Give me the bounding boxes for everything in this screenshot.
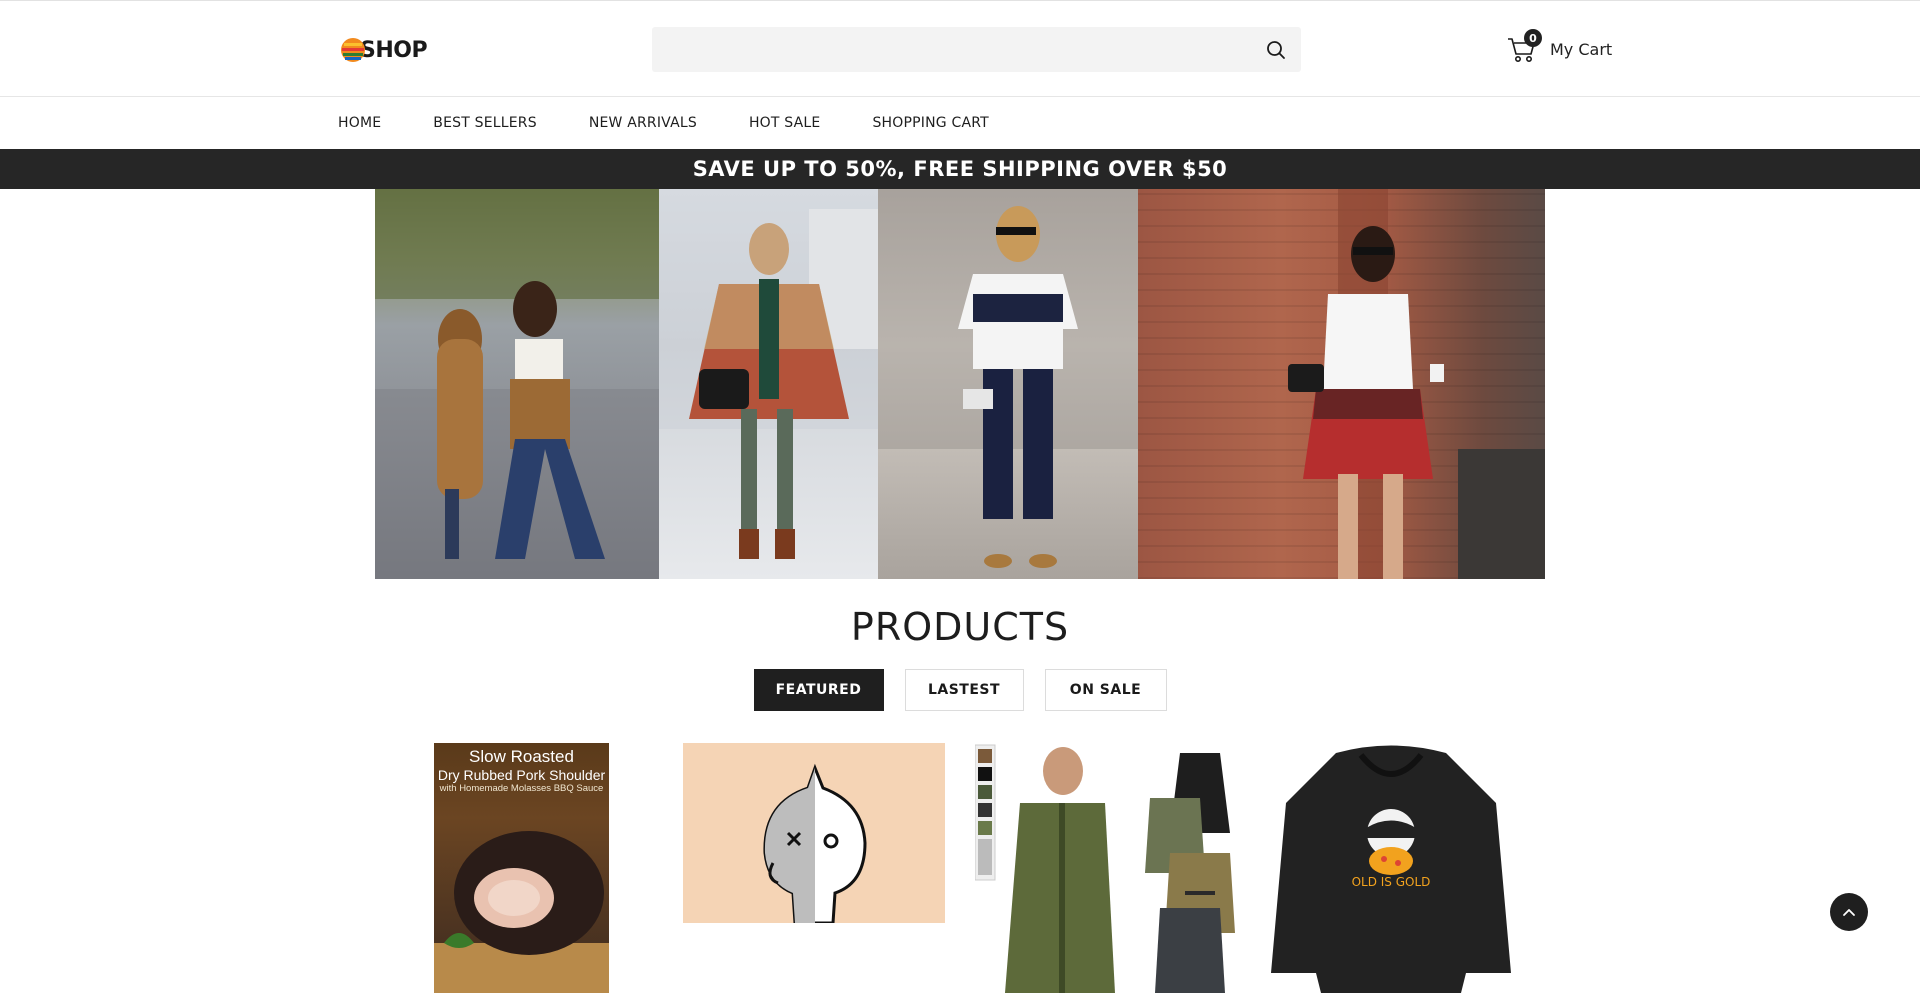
cart-icon: 0 bbox=[1506, 29, 1542, 65]
scroll-to-top-button[interactable] bbox=[1830, 893, 1868, 931]
hero-banner[interactable] bbox=[375, 189, 1545, 579]
logo[interactable]: SHOP bbox=[340, 33, 428, 67]
nav-item-new-arrivals[interactable]: NEW ARRIVALS bbox=[589, 115, 697, 131]
product-image bbox=[763, 763, 867, 923]
hoodie-print-text: OLD IS GOLD bbox=[1351, 875, 1431, 889]
product-card-hoodie[interactable]: OLD IS GOLD bbox=[1266, 743, 1516, 993]
nav-item-best-sellers[interactable]: BEST SELLERS bbox=[433, 115, 537, 131]
nav-item-hot-sale[interactable]: HOT SALE bbox=[749, 115, 821, 131]
chevron-up-icon bbox=[1843, 909, 1855, 916]
product-image bbox=[434, 831, 609, 993]
product-card-pork-shoulder[interactable]: Slow Roasted Dry Rubbed Pork Shoulder wi… bbox=[434, 743, 609, 993]
hero-image-striped-top bbox=[878, 189, 1138, 579]
tab-lastest[interactable]: LASTEST bbox=[904, 669, 1024, 711]
search-button[interactable] bbox=[1263, 37, 1289, 63]
logo-text: SHOP bbox=[360, 37, 428, 63]
product-card-fleece-jacket[interactable] bbox=[975, 743, 1237, 993]
site-header: SHOP 0 My Cart bbox=[0, 0, 1920, 97]
nav-item-home[interactable]: HOME bbox=[338, 115, 381, 131]
main-nav: HOME BEST SELLERS NEW ARRIVALS HOT SALE … bbox=[0, 97, 1920, 149]
product-card-cartoon[interactable] bbox=[683, 743, 945, 923]
product-image bbox=[975, 744, 1235, 993]
nav-item-shopping-cart[interactable]: SHOPPING CART bbox=[872, 115, 988, 131]
product-image bbox=[1271, 745, 1511, 993]
tab-on-sale[interactable]: ON SALE bbox=[1044, 669, 1167, 711]
search-input[interactable] bbox=[652, 27, 1301, 72]
product-tabs: FEATURED LASTEST ON SALE bbox=[0, 669, 1920, 711]
tab-featured[interactable]: FEATURED bbox=[753, 669, 884, 711]
cart-button[interactable]: 0 My Cart bbox=[1506, 29, 1613, 67]
hero-image-brick-wall bbox=[1138, 189, 1545, 579]
search-icon bbox=[1267, 41, 1285, 59]
cart-label: My Cart bbox=[1550, 39, 1613, 59]
search-bar bbox=[652, 27, 1301, 72]
cart-count-badge: 0 bbox=[1524, 29, 1542, 47]
hero-image-street-walk bbox=[375, 189, 659, 579]
hero-image-plaid-poncho bbox=[659, 189, 878, 579]
products-heading: PRODUCTS bbox=[850, 605, 1070, 649]
promo-text: SAVE UP TO 50%, FREE SHIPPING OVER $50 bbox=[692, 157, 1228, 181]
logo-icon bbox=[340, 35, 366, 65]
promo-banner: SAVE UP TO 50%, FREE SHIPPING OVER $50 bbox=[0, 149, 1920, 189]
